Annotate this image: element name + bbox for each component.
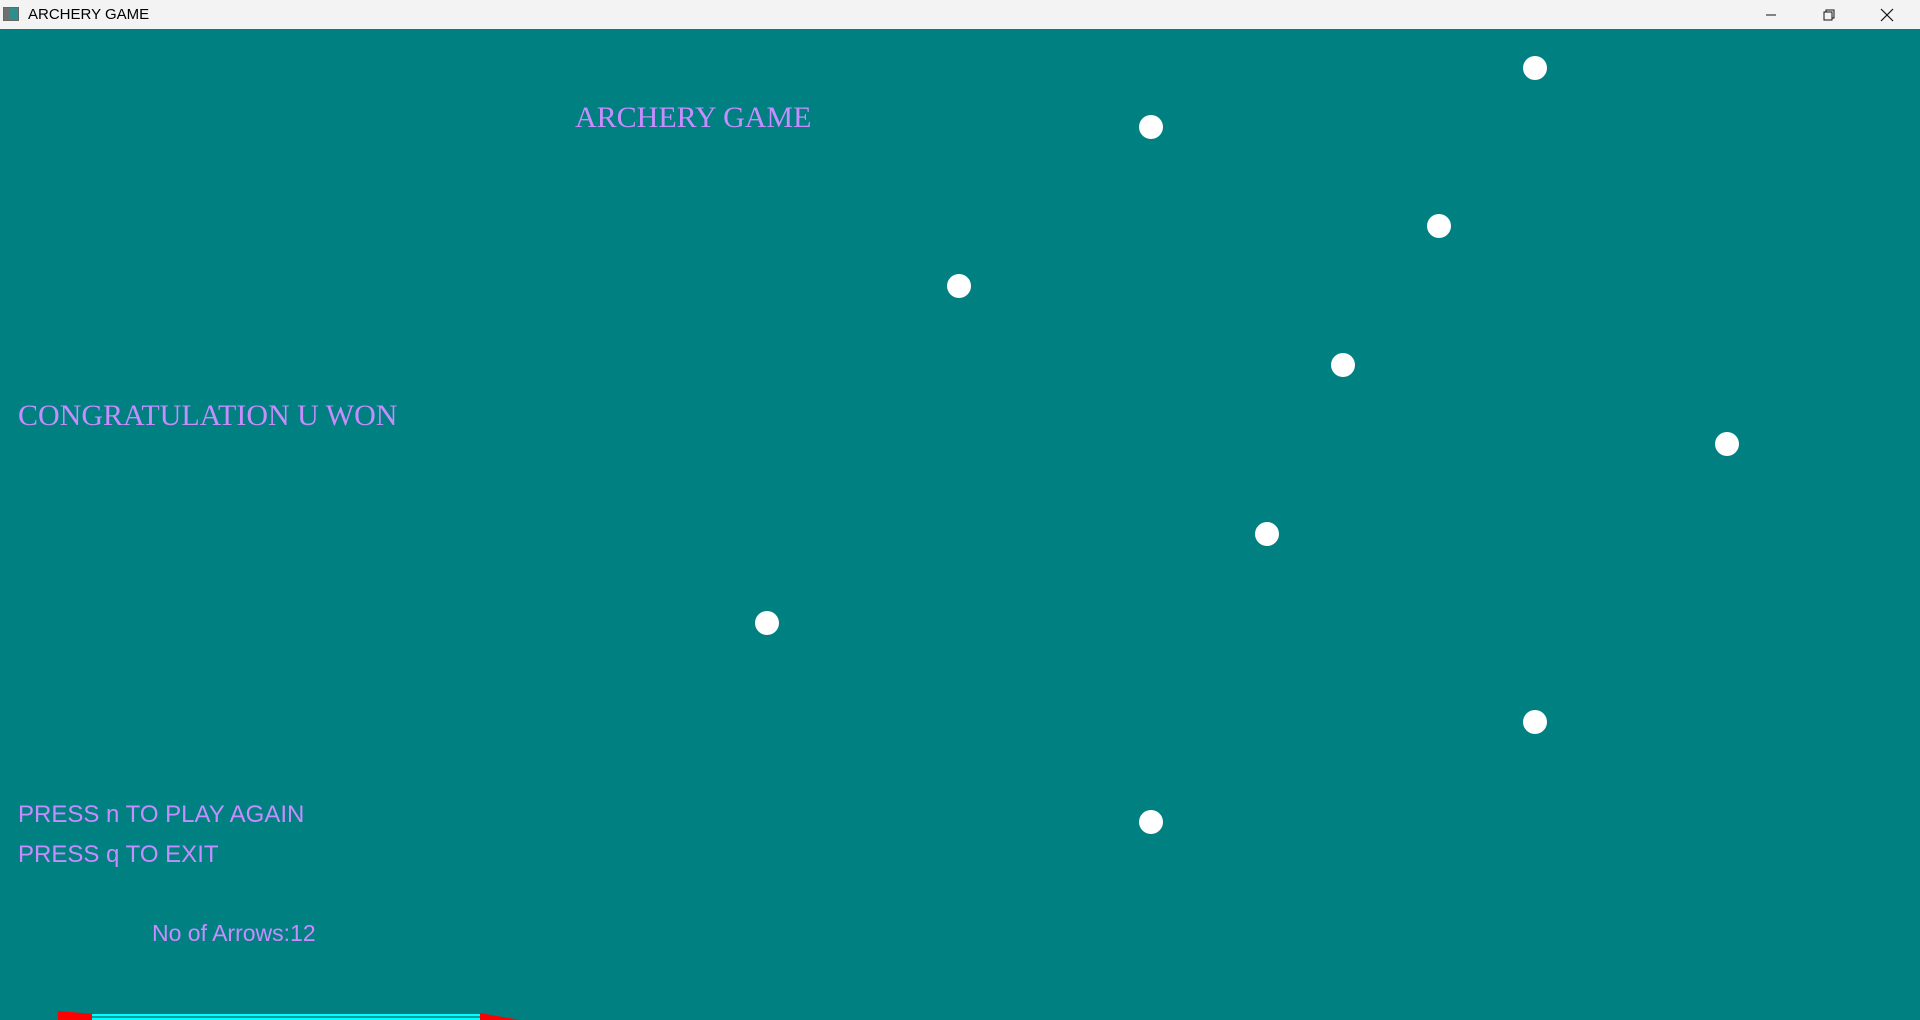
- window-title: ARCHERY GAME: [28, 6, 150, 23]
- restore-icon: [1823, 9, 1835, 20]
- minimize-button[interactable]: [1742, 0, 1800, 29]
- arrow-tip: [480, 1013, 520, 1020]
- window-titlebar: ARCHERY GAME: [0, 0, 1920, 30]
- minimize-icon: [1766, 14, 1776, 15]
- close-button[interactable]: [1858, 0, 1916, 29]
- app-icon: [3, 7, 19, 21]
- arrow-sprite: [58, 1011, 520, 1020]
- close-icon: [1880, 8, 1894, 21]
- game-canvas[interactable]: ARCHERY GAME CONGRATULATION U WON PRESS …: [0, 29, 1920, 1020]
- arrow-tail-fletching: [58, 1011, 95, 1020]
- restore-button[interactable]: [1800, 0, 1858, 29]
